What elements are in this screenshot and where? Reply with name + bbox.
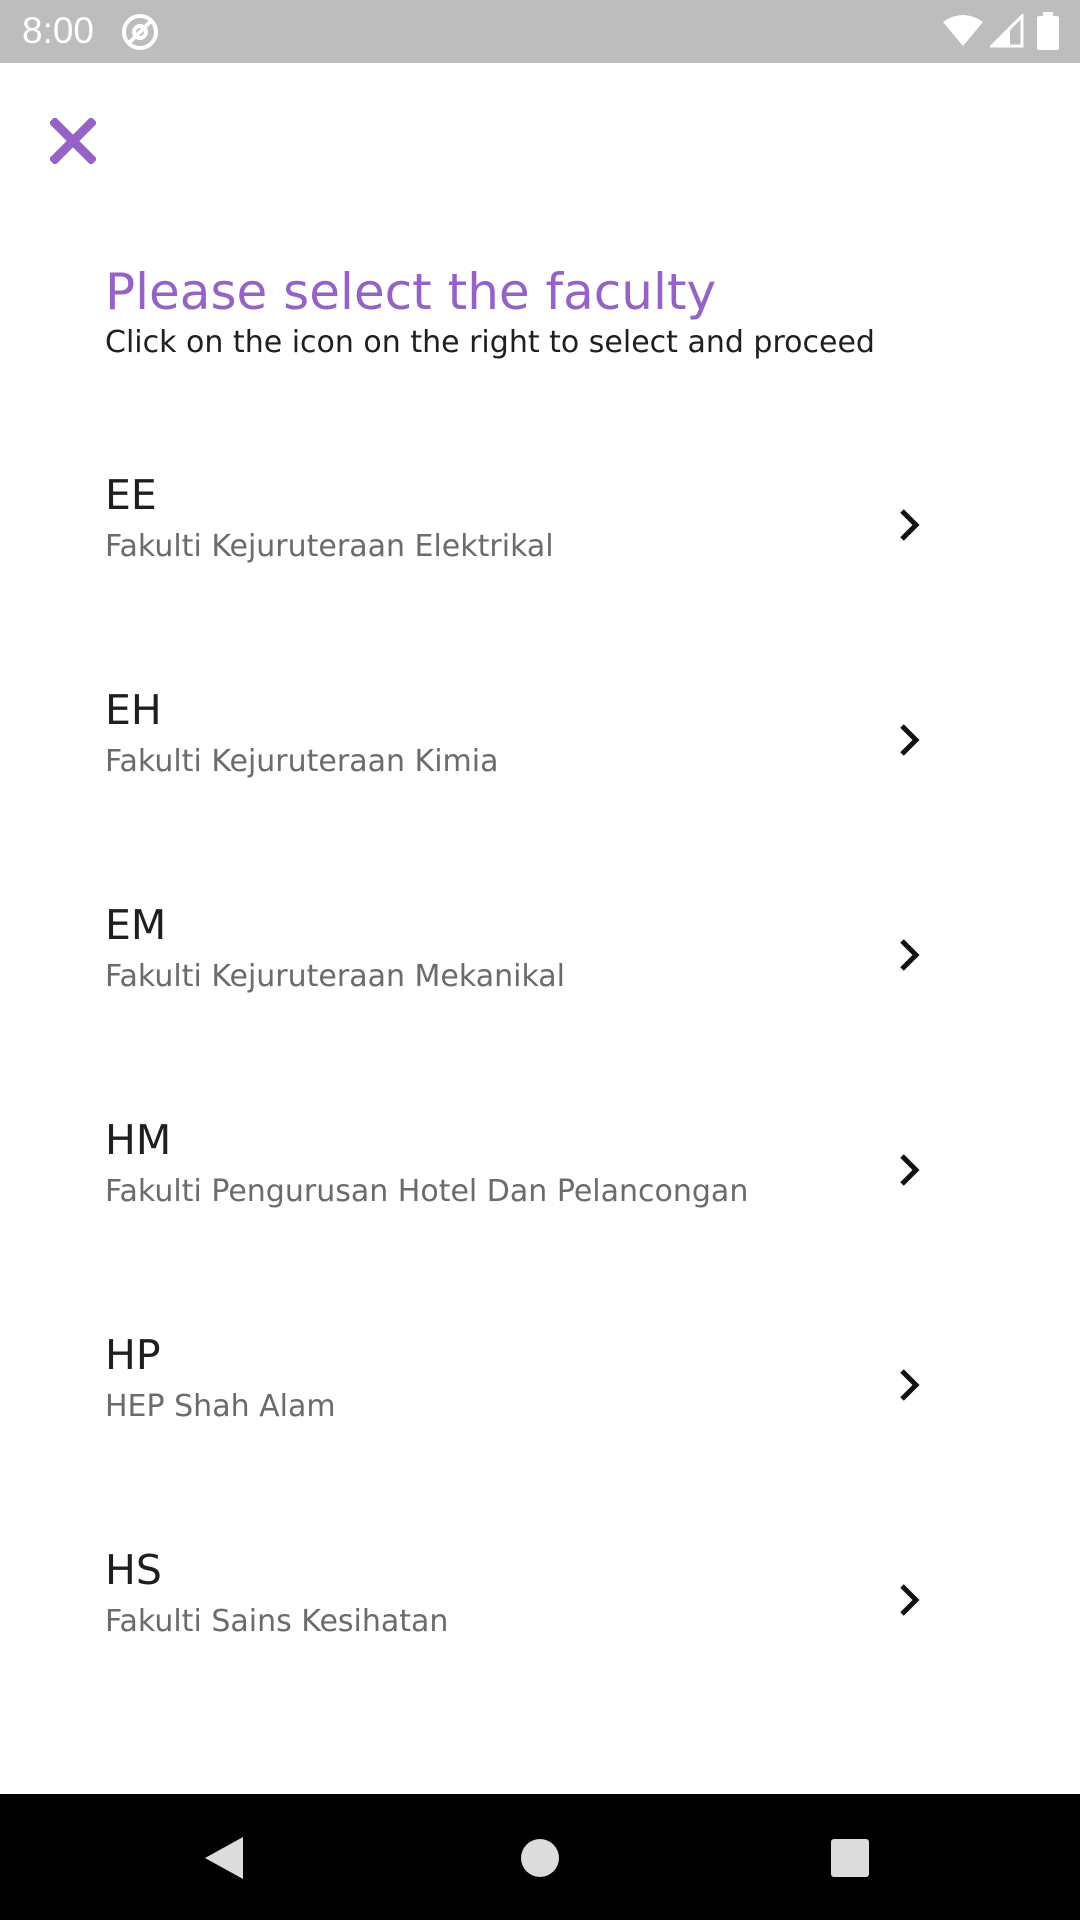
faculty-code: EM <box>105 901 167 949</box>
recents-icon <box>831 1839 869 1877</box>
navigation-bar <box>0 1794 1080 1920</box>
close-icon <box>50 118 96 164</box>
chevron-right-icon <box>900 509 920 541</box>
select-faculty-button[interactable] <box>890 713 930 767</box>
faculty-item-eh[interactable]: EH Fakulti Kejuruteraan Kimia <box>0 647 1080 862</box>
faculty-item-em[interactable]: EM Fakulti Kejuruteraan Mekanikal <box>0 862 1080 1077</box>
select-faculty-button[interactable] <box>890 1358 930 1412</box>
chevron-right-icon <box>900 1369 920 1401</box>
cellular-signal-icon <box>990 14 1024 48</box>
faculty-code: EH <box>105 686 162 734</box>
status-time: 8:00 <box>22 10 95 51</box>
faculty-name: Fakulti Sains Kesihatan <box>105 1604 449 1639</box>
faculty-item-ee[interactable]: EE Fakulti Kejuruteraan Elektrikal <box>0 432 1080 647</box>
faculty-item-hm[interactable]: HM Fakulti Pengurusan Hotel Dan Pelancon… <box>0 1077 1080 1292</box>
faculty-name: Fakulti Kejuruteraan Kimia <box>105 744 499 779</box>
battery-icon <box>1037 12 1059 50</box>
recents-button[interactable] <box>814 1822 886 1894</box>
at-sign-icon <box>122 14 158 50</box>
chevron-right-icon <box>900 724 920 756</box>
faculty-item-hs[interactable]: HS Fakulti Sains Kesihatan <box>0 1507 1080 1722</box>
faculty-code: HS <box>105 1546 162 1594</box>
faculty-name: Fakulti Kejuruteraan Mekanikal <box>105 959 566 994</box>
select-faculty-button[interactable] <box>890 928 930 982</box>
home-button[interactable] <box>504 1822 576 1894</box>
status-bar: 8:00 <box>0 0 1080 63</box>
faculty-code: EE <box>105 471 157 519</box>
wifi-icon <box>943 15 983 46</box>
select-faculty-button[interactable] <box>890 1573 930 1627</box>
chevron-right-icon <box>900 1154 920 1186</box>
page-title: Please select the faculty <box>105 263 717 321</box>
home-icon <box>521 1839 559 1877</box>
faculty-name: Fakulti Kejuruteraan Elektrikal <box>105 529 554 564</box>
faculty-name: HEP Shah Alam <box>105 1389 336 1424</box>
chevron-right-icon <box>900 1584 920 1616</box>
faculty-code: HM <box>105 1116 172 1164</box>
select-faculty-button[interactable] <box>890 1143 930 1197</box>
page-subtitle: Click on the icon on the right to select… <box>105 325 875 360</box>
faculty-item-hp[interactable]: HP HEP Shah Alam <box>0 1292 1080 1507</box>
back-icon <box>205 1837 243 1879</box>
select-faculty-button[interactable] <box>890 498 930 552</box>
chevron-right-icon <box>900 939 920 971</box>
faculty-code: HP <box>105 1331 161 1379</box>
faculty-name: Fakulti Pengurusan Hotel Dan Pelancongan <box>105 1174 749 1209</box>
close-button[interactable] <box>38 106 108 176</box>
back-button[interactable] <box>188 1822 260 1894</box>
